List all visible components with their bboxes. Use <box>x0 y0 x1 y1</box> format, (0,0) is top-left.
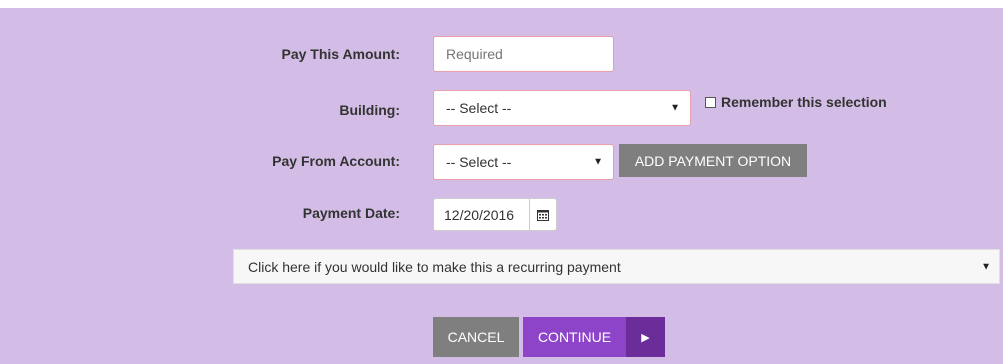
date-input[interactable]: 12/20/2016 <box>433 198 557 231</box>
amount-input[interactable] <box>446 46 601 62</box>
recurring-payment-select[interactable]: Click here if you would like to make thi… <box>233 249 1000 284</box>
chevron-down-icon: ▼ <box>981 261 991 272</box>
remember-label: Remember this selection <box>721 94 887 110</box>
calendar-icon[interactable] <box>529 199 556 230</box>
account-label: Pay From Account: <box>272 153 400 169</box>
building-selected-value: -- Select -- <box>446 100 512 116</box>
account-selected-value: -- Select -- <box>446 154 512 170</box>
chevron-down-icon: ▼ <box>593 156 603 168</box>
continue-button[interactable]: CONTINUE ▶ <box>523 317 665 357</box>
remember-checkbox[interactable] <box>705 96 716 108</box>
building-select[interactable]: -- Select -- ▼ <box>433 90 691 126</box>
continue-label: CONTINUE <box>523 317 626 357</box>
building-label: Building: <box>339 102 400 118</box>
remember-selection[interactable]: Remember this selection <box>705 94 887 110</box>
amount-label: Pay This Amount: <box>281 46 401 62</box>
chevron-down-icon: ▼ <box>670 102 680 114</box>
date-label: Payment Date: <box>302 205 400 221</box>
add-payment-option-button[interactable]: ADD PAYMENT OPTION <box>619 144 807 177</box>
date-value[interactable]: 12/20/2016 <box>434 199 529 230</box>
cancel-button[interactable]: CANCEL <box>433 317 519 357</box>
play-arrow-icon: ▶ <box>626 317 665 357</box>
recurring-text: Click here if you would like to make thi… <box>248 258 621 275</box>
amount-field-wrap <box>433 36 614 72</box>
account-select[interactable]: -- Select -- ▼ <box>433 144 614 180</box>
payment-form-panel: Pay This Amount: Building: -- Select -- … <box>0 8 1003 364</box>
